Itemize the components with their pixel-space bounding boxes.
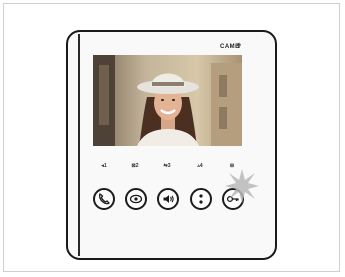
- video-screen: [93, 55, 242, 146]
- speaker-icon: [163, 195, 174, 203]
- eye-icon: [129, 194, 143, 204]
- menu-dots-icon: [199, 194, 203, 204]
- handset-button[interactable]: [93, 188, 115, 210]
- handset-icon: [98, 192, 110, 205]
- speaker-button[interactable]: [157, 188, 179, 210]
- visitor-video-image: [93, 55, 242, 146]
- button-label-3: ⇆3: [163, 163, 171, 169]
- monitor-side-edge: [78, 34, 80, 256]
- menu-button[interactable]: [190, 188, 212, 210]
- button-label-4: ▵4: [197, 163, 203, 169]
- camera-view-button[interactable]: [125, 188, 147, 210]
- button-label-1: ◂1: [101, 163, 107, 169]
- brand-glyph: ✟: [236, 43, 242, 50]
- press-flash-icon: [225, 169, 259, 203]
- button-label-2: ⊠2: [131, 163, 139, 169]
